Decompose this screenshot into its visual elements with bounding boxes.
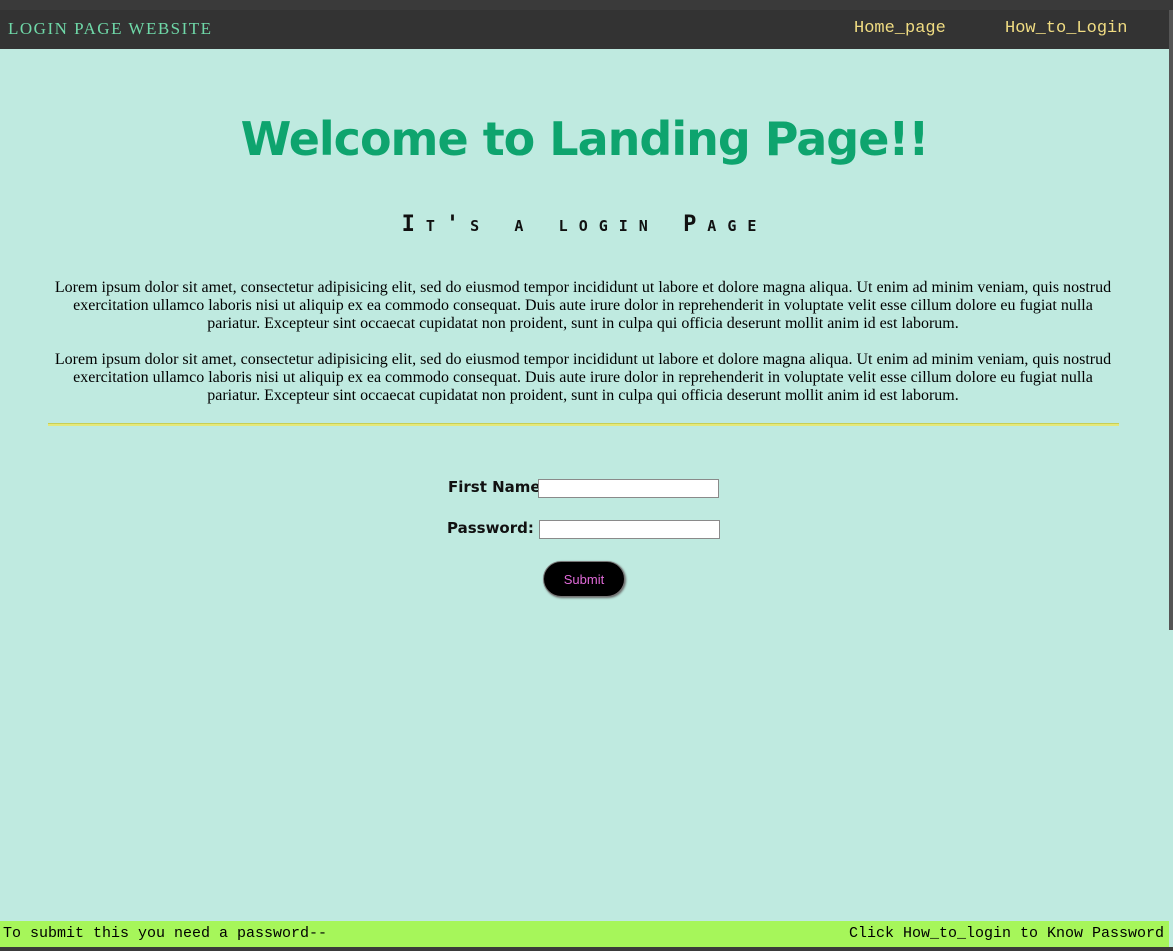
first-name-input[interactable] [538, 479, 719, 498]
navbar: LOGIN PAGE WEBSITE Home_page How_to_Logi… [0, 10, 1169, 49]
footer-bar: To submit this you need a password-- Cli… [0, 921, 1169, 947]
intro-paragraph-1: Lorem ipsum dolor sit amet, consectetur … [54, 279, 1112, 332]
page-title: Welcome to Landing Page!! [240, 112, 930, 166]
window-bottom-strip [0, 947, 1173, 951]
window-top-strip [0, 0, 1173, 10]
intro-paragraph-2: Lorem ipsum dolor sit amet, consectetur … [54, 351, 1112, 404]
first-name-label: First Name: [448, 478, 547, 496]
site-brand: LOGIN PAGE WEBSITE [8, 19, 213, 38]
submit-button[interactable]: Submit [543, 561, 625, 597]
page-subtitle: It's a login Page [401, 212, 768, 237]
section-divider [48, 423, 1119, 426]
footer-left-text: To submit this you need a password-- [3, 925, 328, 942]
nav-link-home[interactable]: Home_page [854, 19, 946, 38]
password-label: Password: [447, 519, 534, 537]
nav-link-how-to-login[interactable]: How_to_Login [1005, 19, 1127, 38]
password-input[interactable] [539, 520, 720, 539]
scrollbar[interactable] [1169, 10, 1173, 630]
footer-right-text: Click How_to_login to Know Password [848, 925, 1164, 942]
